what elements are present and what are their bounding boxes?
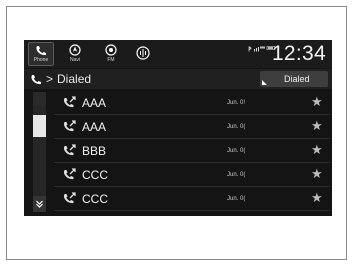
call-date: Jun. 0( (227, 196, 246, 202)
call-list-item[interactable]: BBB Jun. 0( ★ (54, 140, 330, 163)
navi-button[interactable]: Navi (62, 42, 88, 66)
contact-name: AAA (82, 96, 107, 110)
phone-icon (36, 46, 46, 56)
contact-name: CCC (82, 168, 108, 182)
bluetooth-icon (248, 46, 252, 52)
call-list-item[interactable]: AAA Jun. 0! ★ (54, 92, 330, 115)
top-bar: Phone Navi FM 12:34 (24, 40, 332, 68)
corner-indicator-icon (262, 80, 267, 85)
breadcrumb-separator: > (46, 72, 54, 86)
breadcrumb: > Dialed (30, 71, 91, 87)
star-icon[interactable]: ★ (311, 95, 323, 109)
phone-button-label: Phone (33, 57, 49, 63)
outgoing-call-icon (63, 96, 76, 108)
call-list-item[interactable]: AAA Jun. 0( ★ (54, 116, 330, 139)
dialed-call-list: AAA Jun. 0! ★ AAA Jun. 0( ★ BBB Jun. 0( … (54, 92, 330, 212)
double-chevron-down-icon (36, 200, 43, 208)
head-unit-screen: Phone Navi FM 12:34 > Dialed Dialed AAA … (24, 40, 332, 216)
call-list-item[interactable]: CCC Jun. 0( ★ (54, 188, 330, 211)
call-date: Jun. 0( (227, 124, 246, 130)
contact-name: AAA (82, 120, 107, 134)
star-icon[interactable]: ★ (311, 119, 323, 133)
scroll-up-button[interactable] (33, 92, 46, 106)
navi-button-label: Navi (69, 57, 80, 63)
audio-source-button[interactable] (130, 42, 156, 66)
scroll-thumb[interactable] (33, 115, 46, 137)
call-list-item[interactable]: CCC Jun. 0( ★ (54, 164, 330, 187)
outgoing-call-icon (63, 192, 76, 204)
call-date: Jun. 0( (227, 172, 246, 178)
contact-name: CCC (82, 192, 108, 206)
scrollbar[interactable] (33, 92, 46, 212)
filter-button-label: Dialed (284, 74, 310, 84)
outgoing-call-icon (63, 168, 76, 180)
phone-button[interactable]: Phone (28, 42, 54, 66)
outgoing-call-icon (63, 144, 76, 156)
list-header: > Dialed Dialed (24, 69, 332, 89)
contact-name: BBB (82, 144, 107, 158)
star-icon[interactable]: ★ (311, 143, 323, 157)
outgoing-call-icon (63, 120, 76, 132)
star-icon[interactable]: ★ (311, 167, 323, 181)
navi-icon (69, 44, 81, 56)
phone-icon (31, 74, 41, 84)
call-date: Jun. 0( (227, 148, 246, 154)
audio-source-icon (136, 46, 150, 60)
call-date: Jun. 0! (227, 100, 246, 106)
fm-icon (105, 44, 117, 56)
call-history-filter-button[interactable]: Dialed (260, 71, 328, 87)
signal-bars-icon (254, 46, 265, 52)
clock: 12:34 (271, 42, 326, 65)
breadcrumb-label: Dialed (57, 72, 92, 86)
fm-button-label: FM (107, 57, 115, 63)
fm-button[interactable]: FM (98, 42, 124, 66)
star-icon[interactable]: ★ (311, 191, 323, 205)
scroll-down-button[interactable] (33, 196, 46, 212)
